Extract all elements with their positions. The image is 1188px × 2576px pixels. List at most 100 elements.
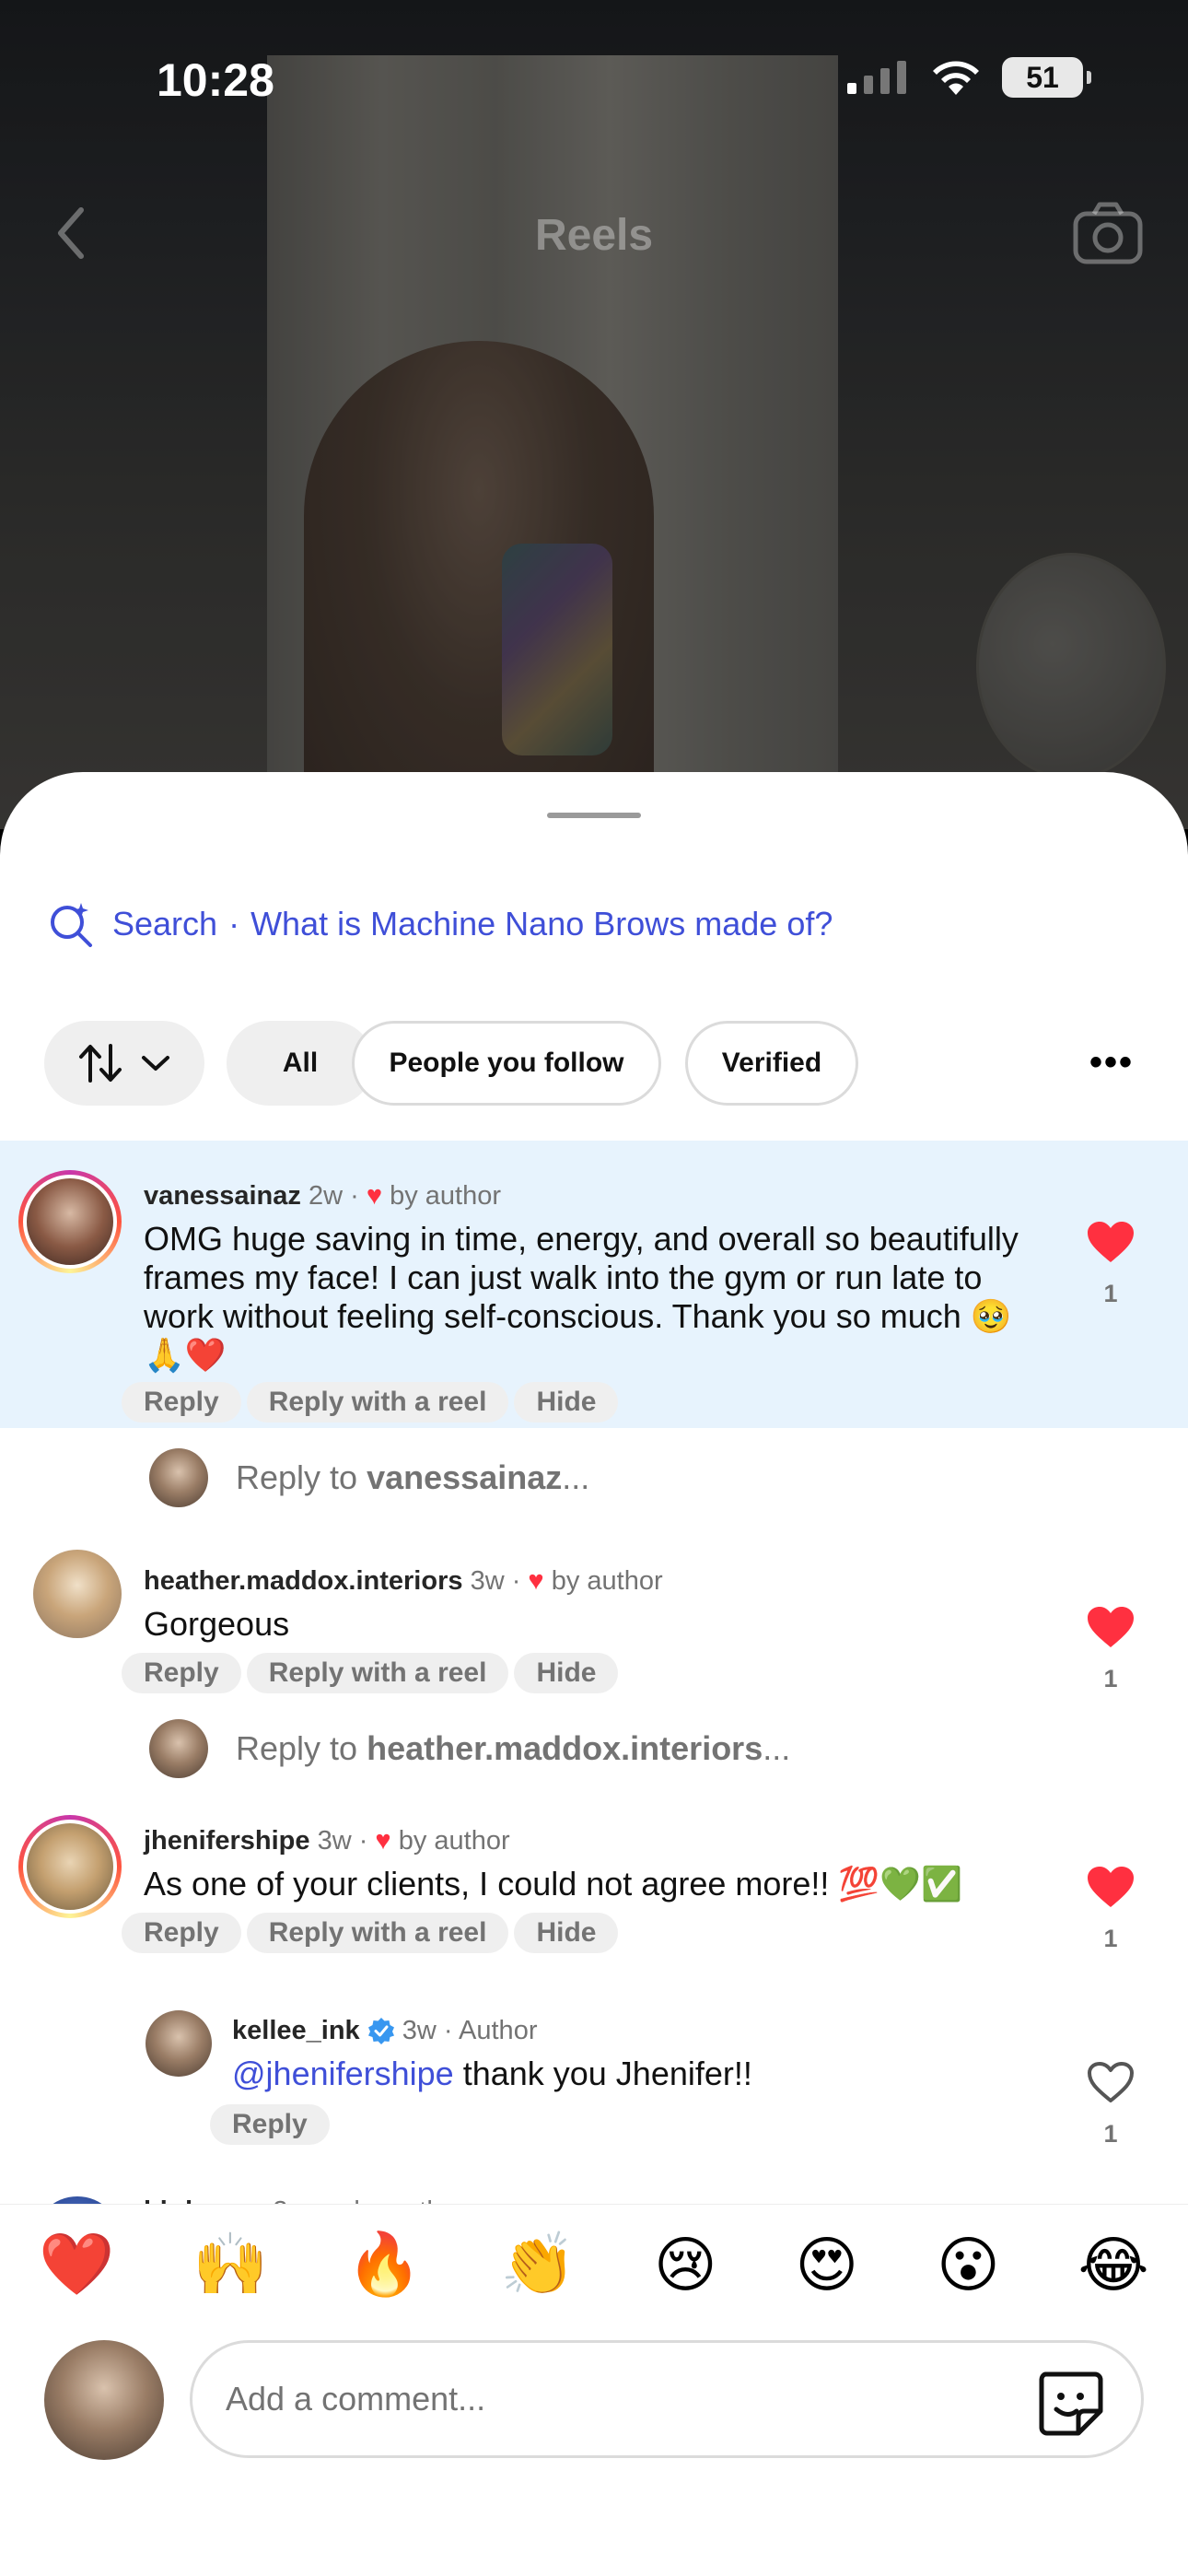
like-button[interactable]: 1 — [1083, 1605, 1138, 1693]
reply-username[interactable]: kellee_ink — [232, 2016, 360, 2045]
emoji-crying[interactable]: 😢 — [654, 2230, 717, 2301]
filter-people-you-follow[interactable]: People you follow — [352, 1021, 661, 1106]
comment-placeholder: Add a comment... — [226, 2380, 486, 2418]
reply-prompt-prefix: Reply to — [236, 1729, 358, 1767]
liked-by-author-label: by author — [551, 1566, 663, 1596]
emoji-laughing[interactable]: 😂 — [1077, 2230, 1148, 2301]
reply-prompt[interactable]: Reply to heather.maddox.interiors... — [149, 1719, 790, 1778]
comment-composer: Add a comment... — [44, 2340, 1144, 2469]
emoji-raising-hands[interactable]: 🙌 — [192, 2229, 268, 2301]
liked-by-author-heart-icon: ♥ — [375, 1826, 391, 1856]
comment-age: 2w — [308, 1181, 344, 1211]
comment-actions: Reply Reply with a reel Hide — [122, 1382, 619, 1423]
sticker-icon[interactable] — [1036, 2369, 1104, 2437]
reply-button[interactable]: Reply — [122, 1913, 241, 1953]
sort-arrows-icon — [79, 1044, 122, 1083]
reply-text: @jhenifershipe thank you Jhenifer!! — [232, 2055, 1061, 2093]
comment-item: vanessainaz 2w · ♥ by author OMG huge sa… — [0, 1141, 1188, 1428]
avatar[interactable] — [146, 2010, 212, 2077]
reply-body: thank you Jhenifer!! — [453, 2055, 752, 2092]
comment-input[interactable]: Add a comment... — [190, 2340, 1144, 2458]
reply-prompt-ellipsis: ... — [562, 1458, 590, 1496]
emoji-surprised[interactable]: 😮 — [937, 2230, 1000, 2301]
like-button[interactable]: 1 — [1083, 1865, 1138, 1953]
reply-prompt-name: vanessainaz — [367, 1458, 563, 1496]
reply-button[interactable]: Reply — [122, 1653, 241, 1693]
search-separator: · — [228, 905, 240, 943]
filter-verified[interactable]: Verified — [685, 1021, 858, 1106]
reply-prompt[interactable]: Reply to vanessainaz... — [149, 1448, 589, 1507]
my-avatar-small — [149, 1719, 208, 1778]
status-icons: 51 — [845, 57, 1091, 98]
emoji-clapping[interactable]: 👏 — [500, 2229, 576, 2301]
heart-outline-icon — [1088, 2062, 1134, 2102]
avatar[interactable] — [18, 1170, 122, 1273]
reply-age: 3w — [402, 2016, 437, 2045]
emoji-heart-eyes[interactable]: 😍 — [795, 2230, 858, 2301]
reply-prompt-ellipsis: ... — [763, 1729, 791, 1767]
comment-actions: Reply Reply with a reel Hide — [122, 1913, 619, 1953]
reply-prompt-name: heather.maddox.interiors — [367, 1729, 763, 1767]
more-options-icon[interactable]: ••• — [1079, 1039, 1144, 1085]
reply-with-reel-button[interactable]: Reply with a reel — [246, 1913, 509, 1953]
search-suggestion[interactable]: Search · What is Machine Nano Brows made… — [48, 901, 833, 947]
heart-filled-icon — [1088, 1607, 1134, 1647]
comment-actions: Reply Reply with a reel Hide — [122, 1653, 619, 1693]
sort-button[interactable] — [44, 1021, 204, 1106]
verified-badge-icon — [367, 2018, 394, 2044]
reply-button[interactable]: Reply — [122, 1382, 241, 1423]
author-label: Author — [459, 2016, 538, 2045]
reply-item: kellee_ink 3w · Author @jhenifershipe th… — [0, 1996, 1188, 2161]
reply-with-reel-button[interactable]: Reply with a reel — [246, 1653, 509, 1693]
comment-age: 3w — [470, 1566, 505, 1596]
like-button[interactable]: 1 — [1083, 2060, 1138, 2149]
comment-username[interactable]: vanessainaz — [144, 1181, 301, 1211]
status-time: 10:28 — [157, 54, 274, 106]
like-count: 1 — [1103, 1280, 1118, 1307]
liked-by-author-label: by author — [398, 1826, 510, 1856]
chevron-down-icon — [142, 1056, 169, 1071]
camera-icon[interactable] — [1072, 201, 1144, 265]
comment-filters: All People you follow Verified ••• — [44, 1021, 1151, 1109]
comment-text: OMG huge saving in time, energy, and ove… — [144, 1220, 1019, 1374]
like-button[interactable]: 1 — [1083, 1220, 1138, 1308]
reply-with-reel-button[interactable]: Reply with a reel — [246, 1382, 509, 1423]
hide-button[interactable]: Hide — [514, 1913, 619, 1953]
hide-button[interactable]: Hide — [514, 1382, 619, 1423]
page-title: Reels — [534, 211, 654, 260]
hide-button[interactable]: Hide — [514, 1653, 619, 1693]
dim-overlay — [0, 0, 1188, 829]
wifi-icon — [933, 61, 979, 95]
comment-username[interactable]: jhenifershipe — [144, 1826, 310, 1856]
sheet-drag-handle[interactable] — [547, 813, 641, 818]
comment-username[interactable]: heather.maddox.interiors — [144, 1566, 463, 1596]
reply-button[interactable]: Reply — [210, 2104, 330, 2145]
like-count: 1 — [1103, 1665, 1118, 1692]
avatar[interactable] — [33, 1550, 122, 1638]
avatar[interactable] — [18, 1815, 122, 1918]
liked-by-author-heart-icon: ♥ — [366, 1181, 383, 1211]
comment-age: 3w — [317, 1826, 352, 1856]
like-count: 1 — [1103, 1925, 1118, 1952]
emoji-heart[interactable]: ❤️ — [39, 2229, 114, 2301]
comment-meta: vanessainaz 2w · ♥ by author — [144, 1181, 502, 1211]
comment-item: jhenifershipe 3w · ♥ by author As one of… — [0, 1813, 1188, 1970]
reply-mention[interactable]: @jhenifershipe — [232, 2055, 454, 2092]
heart-filled-icon — [1088, 1222, 1134, 1262]
comment-meta: heather.maddox.interiors 3w · ♥ by autho… — [144, 1566, 663, 1596]
comment-item: heather.maddox.interiors 3w · ♥ by autho… — [0, 1542, 1188, 1699]
cellular-signal-icon — [847, 61, 906, 94]
like-count: 1 — [1103, 2120, 1118, 2148]
comment-text: Gorgeous — [144, 1605, 290, 1643]
battery-indicator: 51 — [1002, 57, 1091, 98]
comments-sheet: Search · What is Machine Nano Brows made… — [0, 772, 1188, 2576]
search-label: Search — [112, 905, 218, 943]
liked-by-author-label: by author — [390, 1181, 502, 1211]
my-avatar-small — [149, 1448, 208, 1507]
comment-meta: jhenifershipe 3w · ♥ by author — [144, 1826, 510, 1856]
emoji-fire[interactable]: 🔥 — [346, 2229, 422, 2301]
search-sparkle-icon — [51, 903, 92, 947]
reply-prompt-prefix: Reply to — [236, 1458, 358, 1496]
heart-filled-icon — [1088, 1867, 1134, 1907]
my-avatar — [44, 2340, 164, 2460]
